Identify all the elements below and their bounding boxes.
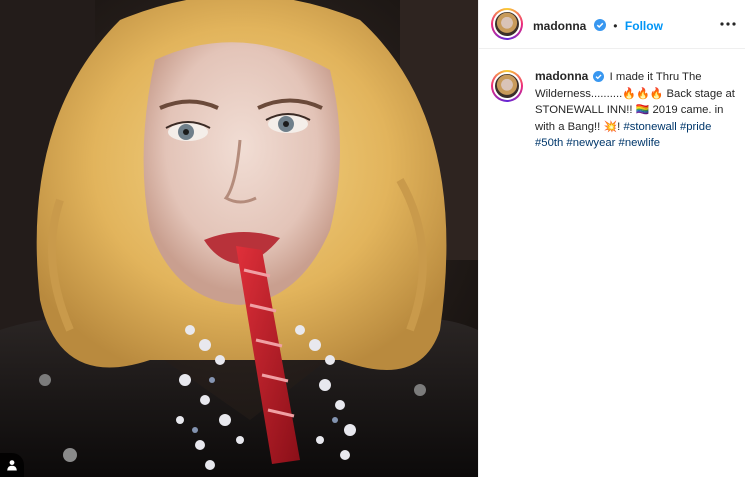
header-user-row: madonna • Follow: [533, 17, 663, 35]
user-tag-icon: [7, 460, 17, 471]
collision-emoji: 💥: [603, 119, 618, 133]
avatar-image: [495, 74, 519, 98]
fire-emoji: 🔥🔥🔥: [622, 86, 664, 100]
hashtag-link[interactable]: #newlife: [619, 137, 660, 149]
caption-avatar[interactable]: [491, 70, 523, 102]
portrait-image: [0, 0, 478, 477]
header-separator: •: [613, 19, 618, 33]
avatar-image: [495, 12, 519, 36]
follow-button[interactable]: Follow: [625, 19, 663, 33]
post-photo[interactable]: [0, 0, 478, 477]
post-header: madonna • Follow: [479, 0, 745, 49]
hashtag-link[interactable]: #pride: [680, 121, 711, 133]
verified-badge-icon: [593, 18, 606, 31]
verified-badge-icon: [593, 70, 605, 82]
tagged-users-button[interactable]: [0, 453, 24, 477]
header-username[interactable]: madonna: [533, 19, 586, 33]
header-avatar[interactable]: [491, 8, 523, 40]
more-options-icon: [720, 22, 736, 26]
caption-username[interactable]: madonna: [535, 69, 588, 83]
hashtag-link[interactable]: #50th: [535, 137, 563, 149]
rainbow-flag-emoji: 🏳️‍🌈: [635, 103, 650, 116]
hashtag-link[interactable]: #stonewall: [623, 121, 676, 133]
hashtag-link[interactable]: #newyear: [566, 137, 615, 149]
post-side-panel: madonna • Follow madonna I made it Thru …: [479, 0, 745, 477]
caption-text: madonna I made it Thru The Wilderness...…: [535, 68, 735, 152]
more-options-button[interactable]: [717, 13, 739, 35]
